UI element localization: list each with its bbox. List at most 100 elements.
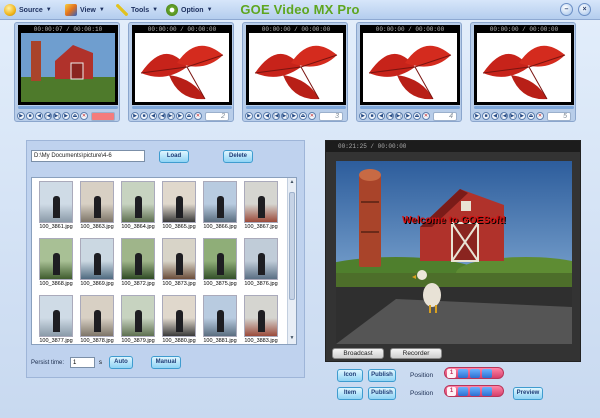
previous-icon[interactable]: |◀ bbox=[500, 112, 508, 120]
thumbnail-item[interactable]: 100_3867.jpg bbox=[243, 181, 279, 233]
remove-icon[interactable]: ✕ bbox=[308, 112, 316, 120]
thumbnail-item[interactable]: 100_3861.jpg bbox=[38, 181, 74, 233]
scrollbar-thumb[interactable] bbox=[289, 192, 295, 300]
preview-slot-3[interactable]: 00:00:00 / 00:00:00 ▶ ■ ◀ |◀ ▶| ▶ ⏏ ✕ 3 bbox=[242, 22, 348, 122]
next-icon[interactable]: ▶| bbox=[395, 112, 403, 120]
icon-button[interactable]: Icon bbox=[337, 369, 363, 382]
auto-button[interactable]: Auto bbox=[109, 356, 133, 369]
thumbnail-item[interactable]: 100_3872.jpg bbox=[120, 238, 156, 290]
rewind-icon[interactable]: ◀ bbox=[377, 112, 385, 120]
preview-slot-2[interactable]: 00:00:00 / 00:00:00 ▶ ■ ◀ |◀ ▶| ▶ ⏏ ✕ 2 bbox=[128, 22, 234, 122]
load-button[interactable]: Load bbox=[159, 150, 189, 163]
position-cell[interactable] bbox=[470, 386, 480, 396]
position-cell[interactable] bbox=[482, 386, 492, 396]
next-icon[interactable]: ▶| bbox=[53, 112, 61, 120]
thumbnail-item[interactable]: 100_3875.jpg bbox=[202, 238, 238, 290]
preview-progress-bar[interactable] bbox=[246, 106, 346, 109]
eject-icon[interactable]: ⏏ bbox=[185, 112, 193, 120]
minimize-button[interactable]: – bbox=[560, 3, 573, 16]
rewind-icon[interactable]: ◀ bbox=[263, 112, 271, 120]
preview-slot-4[interactable]: 00:00:00 / 00:00:00 ▶ ■ ◀ |◀ ▶| ▶ ⏏ ✕ 4 bbox=[356, 22, 462, 122]
delete-button[interactable]: Delete bbox=[223, 150, 253, 163]
play-icon[interactable]: ▶ bbox=[359, 112, 367, 120]
item-button[interactable]: Item bbox=[337, 387, 363, 400]
rewind-icon[interactable]: ◀ bbox=[35, 112, 43, 120]
remove-icon[interactable]: ✕ bbox=[80, 112, 88, 120]
publish-icon-button[interactable]: Publish bbox=[368, 369, 396, 382]
close-button[interactable]: × bbox=[578, 3, 591, 16]
stop-icon[interactable]: ■ bbox=[254, 112, 262, 120]
folder-path-field[interactable]: D:\My Documents\picture\4-6 bbox=[31, 150, 145, 162]
rewind-icon[interactable]: ◀ bbox=[491, 112, 499, 120]
menu-tools[interactable]: Tools ▼ bbox=[116, 3, 158, 17]
thumbnail-item[interactable]: 100_3880.jpg bbox=[161, 295, 197, 344]
item-position-selector[interactable]: 1 bbox=[444, 385, 504, 397]
forward-icon[interactable]: ▶ bbox=[290, 112, 298, 120]
thumbnail-item[interactable]: 100_3877.jpg bbox=[38, 295, 74, 344]
scroll-up-icon[interactable]: ▲ bbox=[288, 179, 296, 187]
play-icon[interactable]: ▶ bbox=[473, 112, 481, 120]
previous-icon[interactable]: |◀ bbox=[44, 112, 52, 120]
thumbnail-list[interactable]: ▲ ▼ 100_3861.jpg 100_3863.jpg 100_3864.jpg… bbox=[31, 177, 297, 345]
previous-icon[interactable]: |◀ bbox=[158, 112, 166, 120]
scroll-down-icon[interactable]: ▼ bbox=[288, 335, 296, 343]
stop-icon[interactable]: ■ bbox=[482, 112, 490, 120]
preview-progress-bar[interactable] bbox=[132, 106, 232, 109]
eject-icon[interactable]: ⏏ bbox=[71, 112, 79, 120]
stop-icon[interactable]: ■ bbox=[368, 112, 376, 120]
next-icon[interactable]: ▶| bbox=[509, 112, 517, 120]
remove-icon[interactable]: ✕ bbox=[194, 112, 202, 120]
thumbnail-item[interactable]: 100_3864.jpg bbox=[120, 181, 156, 233]
stop-icon[interactable]: ■ bbox=[140, 112, 148, 120]
thumbnail-item[interactable]: 100_3873.jpg bbox=[161, 238, 197, 290]
preview-button[interactable]: Preview bbox=[513, 387, 543, 400]
preview-progress-bar[interactable] bbox=[474, 106, 574, 109]
remove-icon[interactable]: ✕ bbox=[536, 112, 544, 120]
preview-slot-5[interactable]: 00:00:00 / 00:00:00 ▶ ■ ◀ |◀ ▶| ▶ ⏏ ✕ 5 bbox=[470, 22, 576, 122]
position-cell[interactable] bbox=[458, 368, 468, 378]
rewind-icon[interactable]: ◀ bbox=[149, 112, 157, 120]
thumbnail-item[interactable]: 100_3863.jpg bbox=[79, 181, 115, 233]
thumbnail-item[interactable]: 100_3865.jpg bbox=[161, 181, 197, 233]
menu-source[interactable]: Source ▼ bbox=[4, 3, 52, 17]
recorder-tab[interactable]: Recorder bbox=[390, 348, 442, 359]
publish-item-button[interactable]: Publish bbox=[368, 387, 396, 400]
preview-progress-bar[interactable] bbox=[360, 106, 460, 109]
persist-time-input[interactable]: 1 bbox=[70, 357, 95, 368]
play-icon[interactable]: ▶ bbox=[17, 112, 25, 120]
play-icon[interactable]: ▶ bbox=[245, 112, 253, 120]
play-icon[interactable]: ▶ bbox=[131, 112, 139, 120]
eject-icon[interactable]: ⏏ bbox=[527, 112, 535, 120]
forward-icon[interactable]: ▶ bbox=[176, 112, 184, 120]
menu-option[interactable]: Option ▼ bbox=[166, 3, 213, 17]
icon-position-selector[interactable]: 1 bbox=[444, 367, 504, 379]
thumbnail-item[interactable]: 100_3876.jpg bbox=[243, 238, 279, 290]
remove-icon[interactable]: ✕ bbox=[422, 112, 430, 120]
eject-icon[interactable]: ⏏ bbox=[413, 112, 421, 120]
next-icon[interactable]: ▶| bbox=[167, 112, 175, 120]
thumbnail-item[interactable]: 100_3879.jpg bbox=[120, 295, 156, 344]
position-cell[interactable] bbox=[458, 386, 468, 396]
thumbnail-item[interactable]: 100_3878.jpg bbox=[79, 295, 115, 344]
menu-view[interactable]: View ▼ bbox=[65, 3, 105, 17]
thumbnail-item[interactable]: 100_3868.jpg bbox=[38, 238, 74, 290]
thumbnail-item[interactable]: 100_3881.jpg bbox=[202, 295, 238, 344]
thumbnail-item[interactable]: 100_3883.jpg bbox=[243, 295, 279, 344]
preview-progress-bar[interactable] bbox=[18, 106, 118, 109]
preview-slot-1[interactable]: 00:00:07 / 00:00:10 ▶ ■ ◀ |◀ ▶| ▶ ⏏ ✕ bbox=[14, 22, 120, 122]
thumbnail-scrollbar[interactable]: ▲ ▼ bbox=[287, 178, 296, 344]
forward-icon[interactable]: ▶ bbox=[404, 112, 412, 120]
thumbnail-item[interactable]: 100_3869.jpg bbox=[79, 238, 115, 290]
previous-icon[interactable]: |◀ bbox=[272, 112, 280, 120]
position-cell[interactable] bbox=[470, 368, 480, 378]
thumbnail-item[interactable]: 100_3866.jpg bbox=[202, 181, 238, 233]
position-cell[interactable] bbox=[482, 368, 492, 378]
next-icon[interactable]: ▶| bbox=[281, 112, 289, 120]
eject-icon[interactable]: ⏏ bbox=[299, 112, 307, 120]
manual-button[interactable]: Manual bbox=[151, 356, 181, 369]
forward-icon[interactable]: ▶ bbox=[62, 112, 70, 120]
stop-icon[interactable]: ■ bbox=[26, 112, 34, 120]
broadcast-tab[interactable]: Broadcast bbox=[332, 348, 384, 359]
previous-icon[interactable]: |◀ bbox=[386, 112, 394, 120]
forward-icon[interactable]: ▶ bbox=[518, 112, 526, 120]
